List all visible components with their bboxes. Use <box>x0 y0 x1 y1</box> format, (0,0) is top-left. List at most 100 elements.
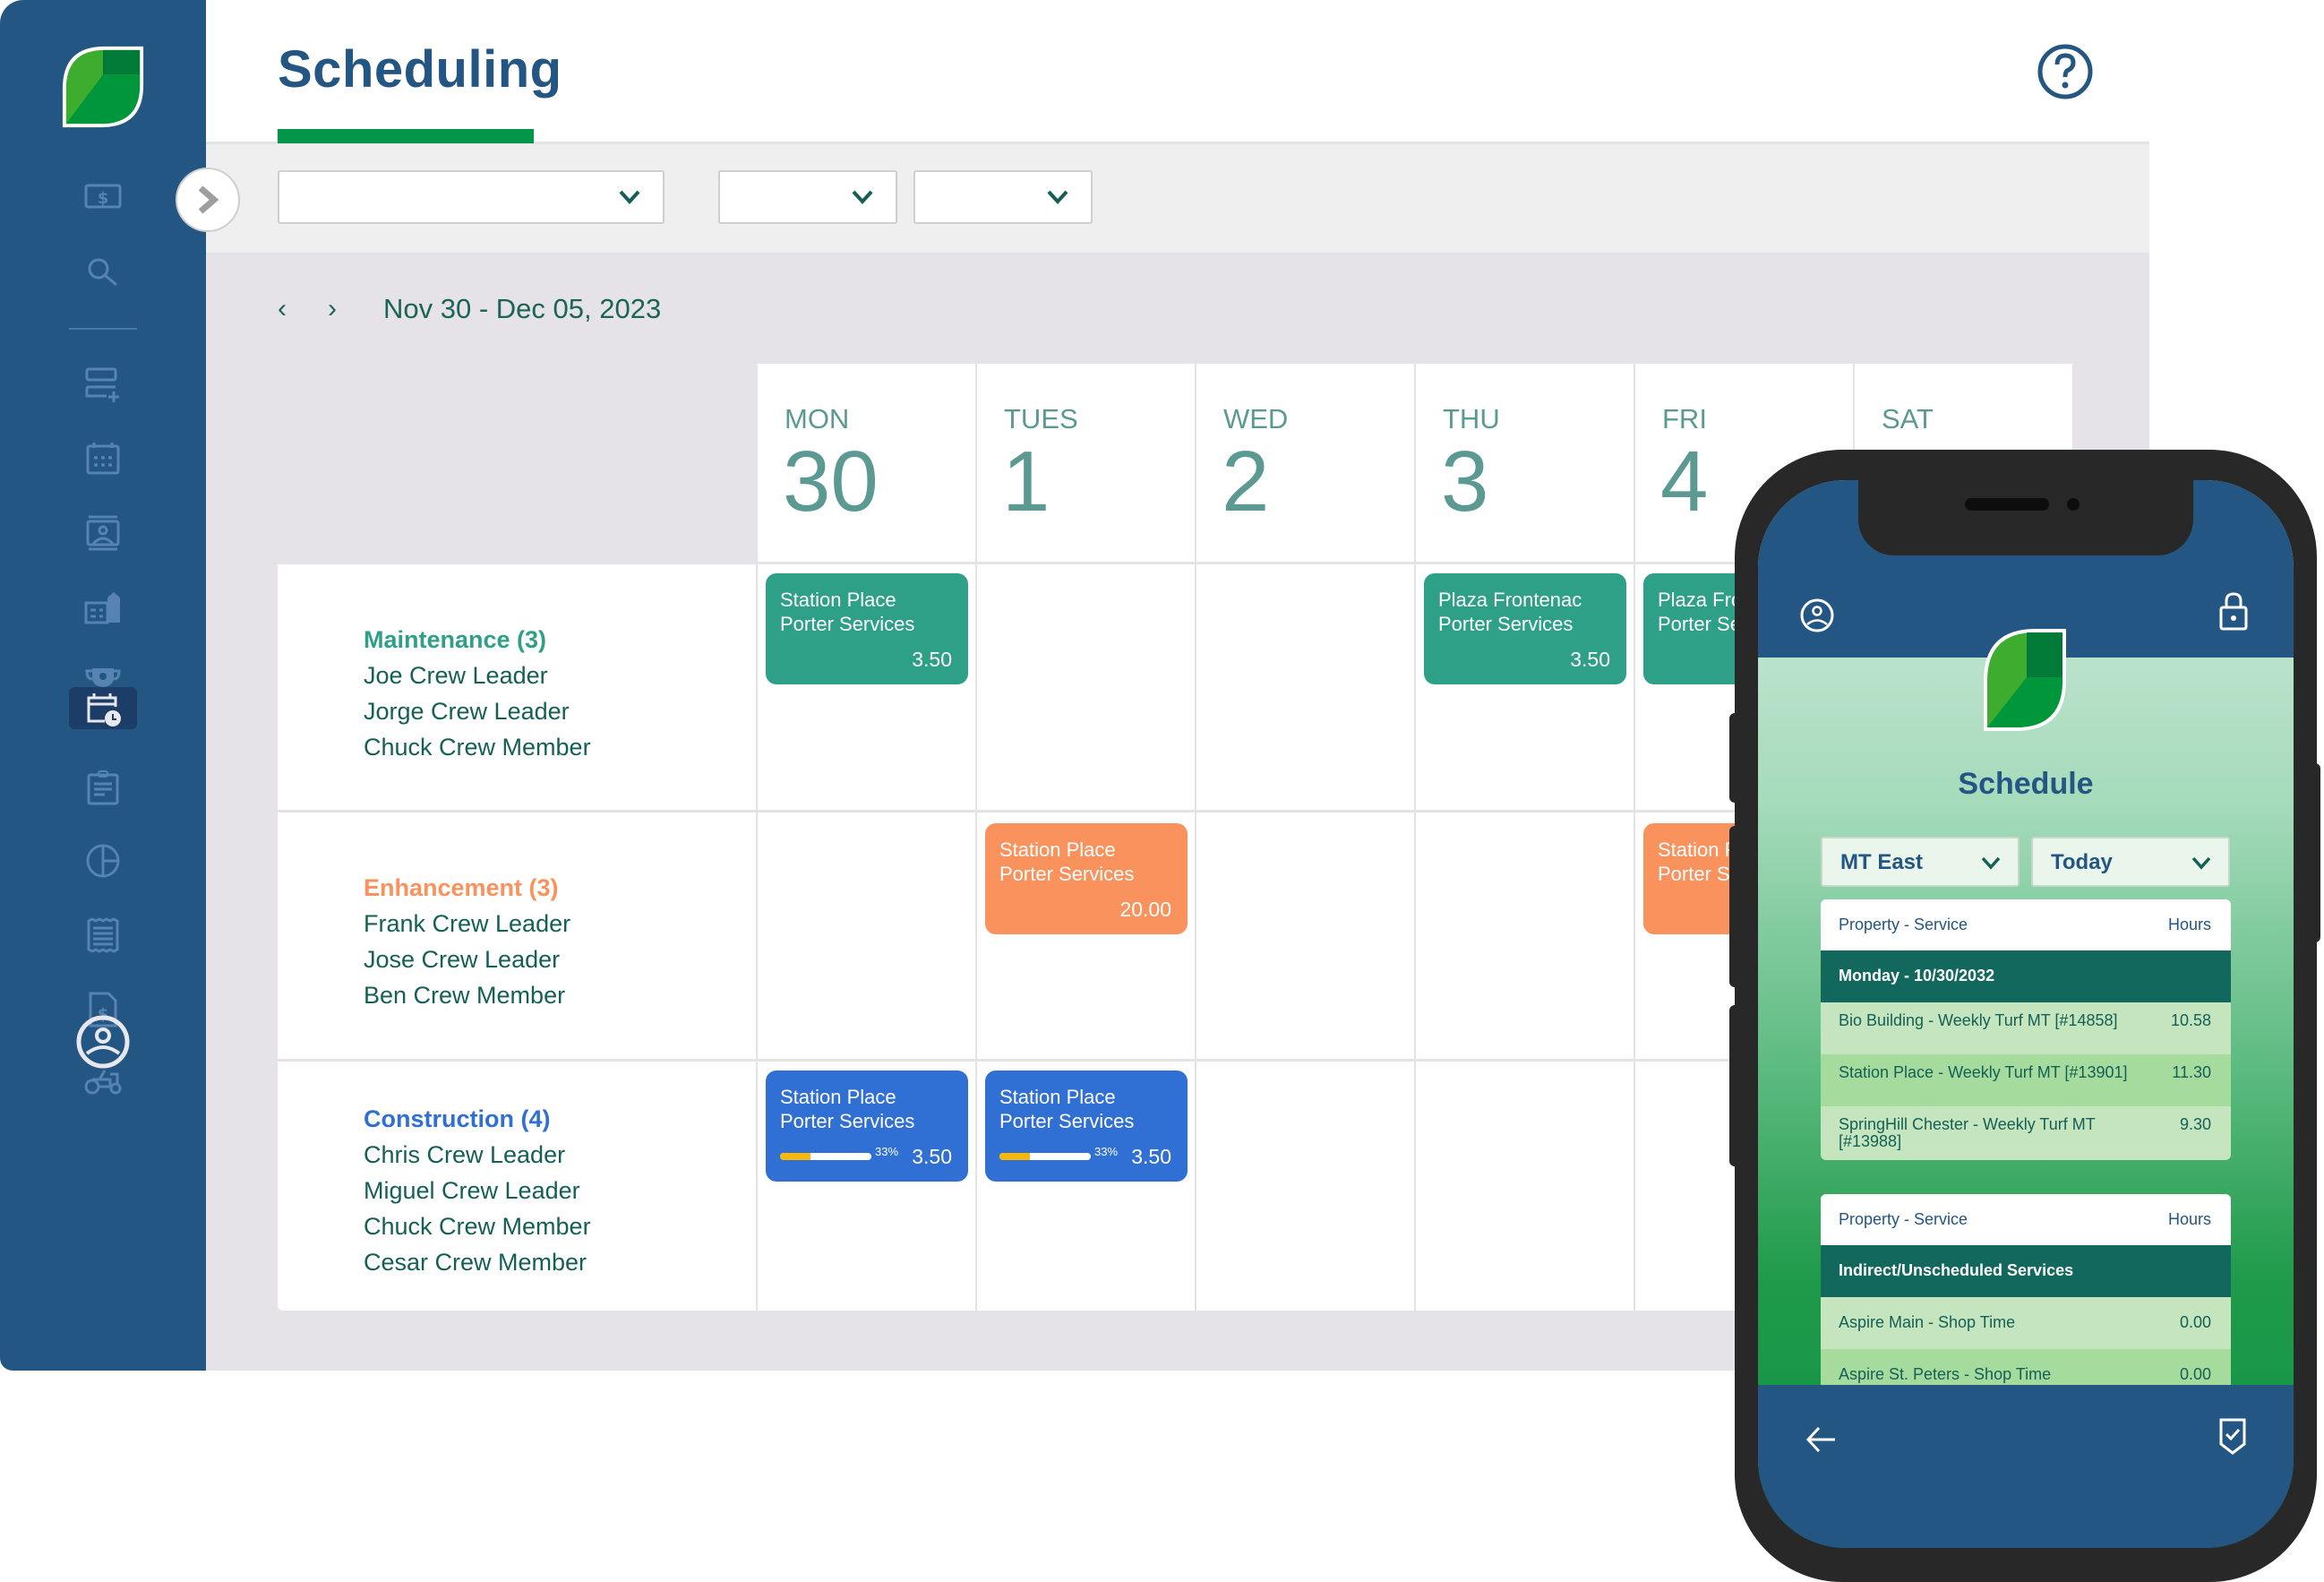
table-row[interactable]: Aspire Main - Shop Time 0.00 <box>1821 1297 2231 1349</box>
day-number: 1 <box>1002 434 1051 529</box>
table-row[interactable]: Station Place - Weekly Turf MT [#13901] … <box>1821 1054 2231 1106</box>
row-service: Station Place - Weekly Turf MT [#13901] <box>1839 1063 2128 1081</box>
schedule-card[interactable]: Plaza Frontenac Porter Services 3.50 <box>1424 573 1626 684</box>
date-navigation: ‹ › Nov 30 - Dec 05, 2023 <box>278 291 661 327</box>
table-group-header: Monday - 10/30/2032 <box>1821 950 2231 1002</box>
phone-schedule-table: Property - Service Hours Monday - 10/30/… <box>1821 899 2231 1160</box>
sidebar-item-calendar[interactable] <box>79 434 127 483</box>
sidebar-item-properties[interactable] <box>79 584 127 632</box>
expand-sidebar-button[interactable] <box>176 168 240 232</box>
row-hours: 0.00 <box>2179 1313 2211 1331</box>
col-property-service: Property - Service <box>1839 1210 1968 1228</box>
logo-icon <box>62 46 144 128</box>
sidebar-item-scheduling[interactable] <box>79 684 127 733</box>
phone-speaker <box>1965 498 2049 511</box>
filter-select-1[interactable] <box>278 170 665 224</box>
day-name: MON <box>785 403 850 434</box>
crew-list: Construction (4) Chris Crew Leader Migue… <box>364 1101 591 1280</box>
sidebar-divider <box>69 328 137 330</box>
schedule-card[interactable]: Station Place Porter Services 3.50 <box>766 573 968 684</box>
next-week-button[interactable]: › <box>328 294 378 324</box>
day-number: 3 <box>1441 434 1489 529</box>
card-service: Porter Services <box>999 1110 1135 1132</box>
user-circle-icon[interactable] <box>1799 597 1835 634</box>
chevron-right-icon <box>198 185 219 214</box>
phone-mockup: Schedule MT East Today Property - Servic… <box>1729 450 2320 1582</box>
phone-bottom-bar <box>1758 1385 2294 1548</box>
sidebar-item-clipboard[interactable] <box>79 763 127 812</box>
card-hours: 3.50 <box>1570 648 1610 671</box>
chevron-down-icon <box>619 190 640 204</box>
card-hours: 3.50 <box>1131 1145 1171 1168</box>
schedule-card[interactable]: Station Place Porter Services 20.00 <box>985 823 1188 934</box>
filter-select-2[interactable] <box>718 170 897 224</box>
schedule-card[interactable]: Station Place Porter Services 33% 3.50 <box>985 1070 1188 1182</box>
schedule-cell[interactable] <box>1196 812 1414 1059</box>
crew-member: Ben Crew Member <box>364 982 566 1009</box>
sidebar-item-reports[interactable] <box>79 837 127 885</box>
crew-member: Jose Crew Leader <box>364 946 561 973</box>
sidebar-item-search[interactable] <box>79 249 127 297</box>
prev-week-button[interactable]: ‹ <box>278 294 328 324</box>
crew-member: Chuck Crew Member <box>364 734 591 761</box>
user-circle-icon[interactable] <box>75 1014 131 1070</box>
row-hours: 10.58 <box>2170 1011 2211 1029</box>
card-service: Porter Services <box>1438 613 1574 635</box>
svg-text:$: $ <box>98 189 109 208</box>
page-title: Scheduling <box>278 40 562 99</box>
table-row[interactable]: Bio Building - Weekly Turf MT [#14858] 1… <box>1821 1002 2231 1054</box>
progress-bar <box>999 1153 1091 1160</box>
crew-row-maintenance: Maintenance (3) Joe Crew Leader Jorge Cr… <box>278 564 756 810</box>
progress-fill <box>780 1153 810 1160</box>
schedule-card[interactable]: Station Place Porter Services 33% 3.50 <box>766 1070 968 1182</box>
card-property: Station Place <box>999 838 1116 861</box>
schedule-cell[interactable] <box>1416 812 1634 1059</box>
sidebar-item-add-list[interactable] <box>79 360 127 408</box>
row-hours: 9.30 <box>2179 1115 2211 1133</box>
progress-bar <box>780 1153 871 1160</box>
help-circle-icon[interactable] <box>2037 43 2094 100</box>
logo-icon <box>1984 629 2066 731</box>
phone-date-value: Today <box>2051 850 2113 874</box>
badge-check-icon[interactable] <box>2218 1417 2247 1455</box>
date-range: Nov 30 - Dec 05, 2023 <box>383 293 662 324</box>
phone-date-select[interactable]: Today <box>2031 837 2230 887</box>
crew-member: Frank Crew Leader <box>364 910 571 937</box>
day-number: 2 <box>1222 434 1270 529</box>
row-hours: 11.30 <box>2172 1063 2211 1081</box>
day-name: WED <box>1223 403 1289 434</box>
table-header: Property - Service Hours <box>1821 899 2231 950</box>
schedule-cell[interactable] <box>1416 1062 1634 1311</box>
progress-fill <box>999 1153 1030 1160</box>
sidebar-item-receipts[interactable] <box>79 911 127 959</box>
lock-icon[interactable] <box>2218 591 2249 631</box>
day-number: 4 <box>1660 434 1709 529</box>
day-header-wed: WED 2 <box>1196 364 1414 562</box>
schedule-cell[interactable] <box>1196 1062 1414 1311</box>
card-hours: 3.50 <box>912 1145 952 1168</box>
phone-region-select[interactable]: MT East <box>1821 837 2020 887</box>
day-name: THU <box>1443 403 1500 434</box>
card-hours: 20.00 <box>1119 898 1171 921</box>
crew-member: Joe Crew Leader <box>364 662 548 689</box>
sidebar-item-billing[interactable]: $ <box>79 172 127 220</box>
crew-title: Construction (4) <box>364 1105 551 1132</box>
card-service: Porter Services <box>999 863 1135 885</box>
calendar-icon <box>86 443 120 475</box>
arrow-left-icon[interactable] <box>1805 1424 1837 1455</box>
row-service: SpringHill Chester - Weekly Turf MT [#13… <box>1839 1115 2096 1150</box>
receipt-icon <box>87 917 119 953</box>
crew-row-construction: Construction (4) Chris Crew Leader Migue… <box>278 1062 756 1311</box>
card-property: Station Place <box>780 1086 896 1108</box>
schedule-cell[interactable] <box>758 812 975 1059</box>
card-hours: 3.50 <box>912 648 952 671</box>
schedule-cell[interactable] <box>977 564 1195 810</box>
table-row[interactable]: SpringHill Chester - Weekly Turf MT [#13… <box>1821 1106 2231 1160</box>
row-hours: 0.00 <box>2179 1365 2211 1383</box>
filter-select-3[interactable] <box>913 170 1093 224</box>
sidebar-item-contacts[interactable] <box>79 509 127 557</box>
title-underline <box>278 129 534 143</box>
col-hours: Hours <box>2167 916 2211 933</box>
schedule-cell[interactable] <box>1196 564 1414 810</box>
card-service: Porter Services <box>780 613 915 635</box>
